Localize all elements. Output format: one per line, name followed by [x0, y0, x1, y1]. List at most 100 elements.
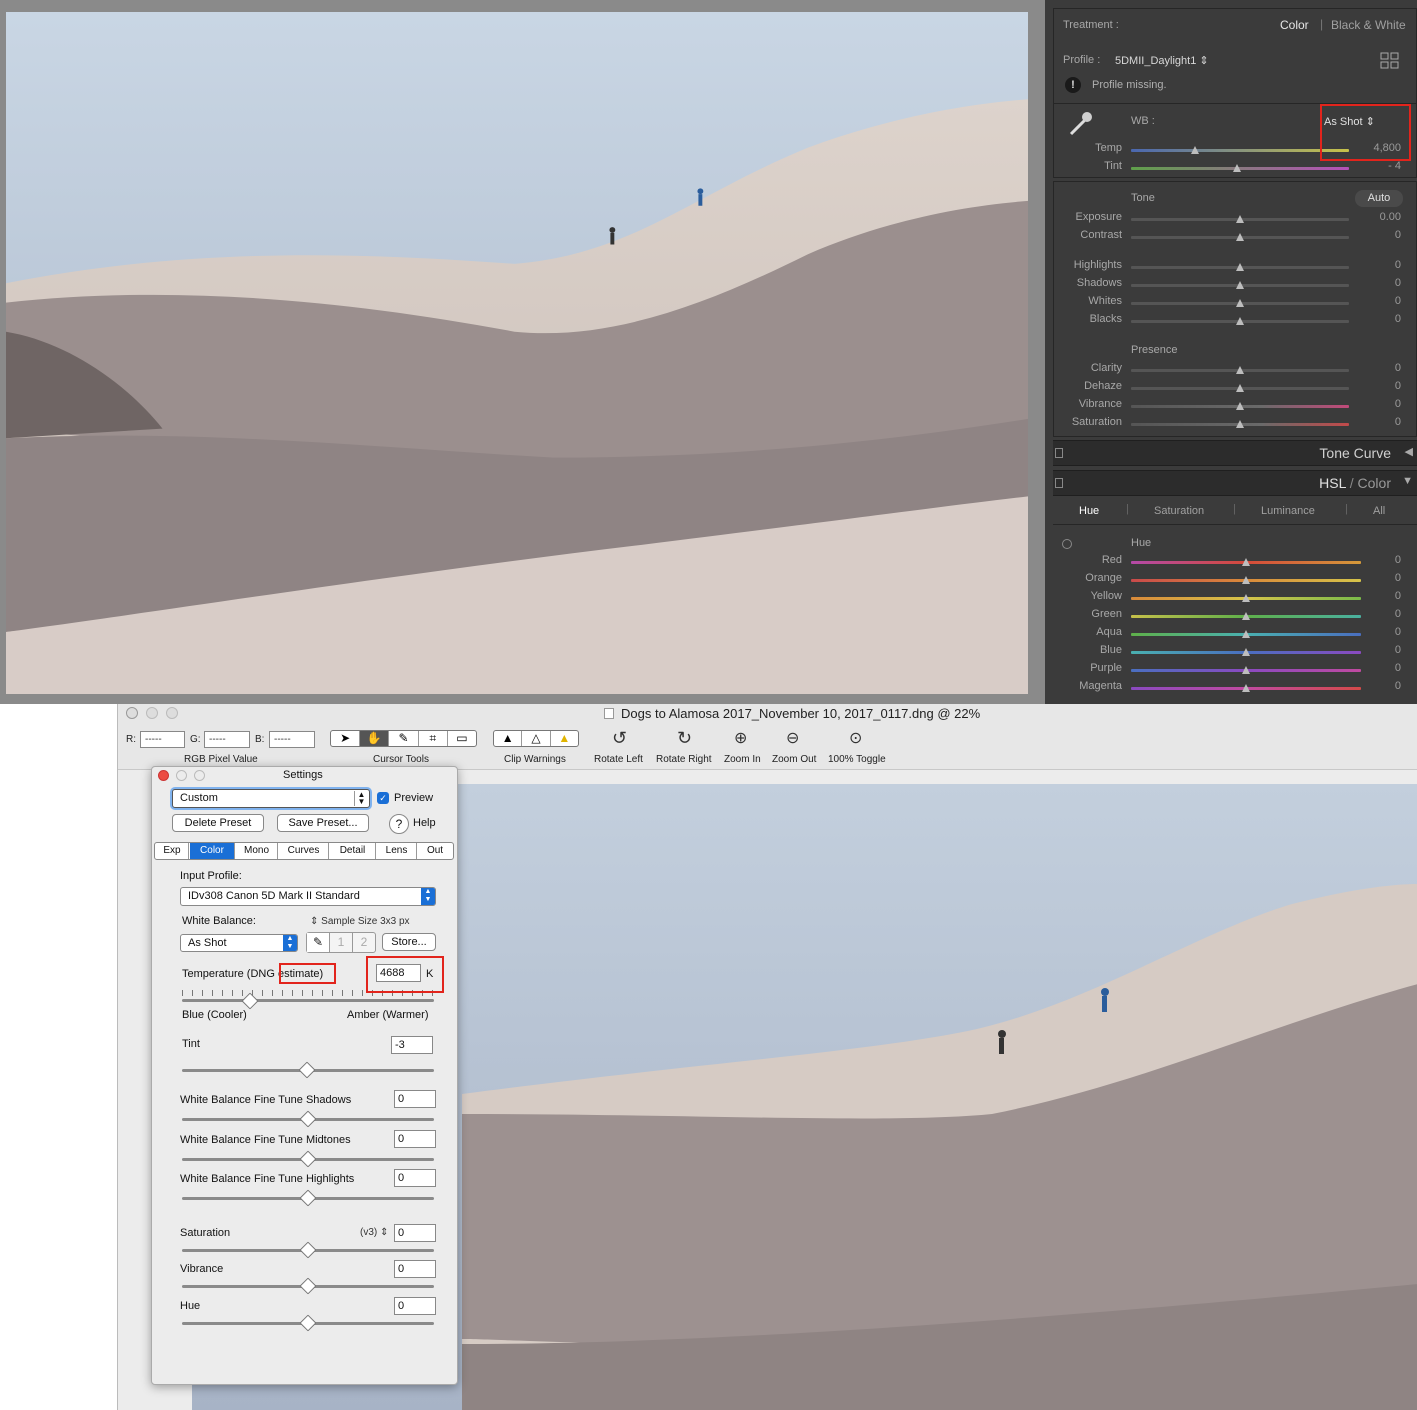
- fine-tune-shadows-thumb[interactable]: [299, 1110, 317, 1128]
- ruler-tool-icon[interactable]: ▭: [448, 731, 476, 746]
- slider-thumb[interactable]: [1242, 558, 1250, 566]
- slider-value[interactable]: 0: [1361, 608, 1401, 620]
- fine-tune-shadows-input[interactable]: 0: [394, 1090, 436, 1108]
- tab-out[interactable]: Out: [418, 843, 452, 859]
- toggle-100-label[interactable]: 100% Toggle: [828, 754, 886, 765]
- zoom-out-icon[interactable]: ⊖: [786, 728, 799, 748]
- auto-tone-button[interactable]: Auto: [1355, 190, 1403, 207]
- rotate-left-icon[interactable]: ↺: [612, 728, 627, 749]
- clip-warning-black-icon[interactable]: ▲: [494, 731, 523, 746]
- hsl-color-header[interactable]: HSL / Color ▼: [1053, 470, 1417, 496]
- fine-tune-midtones-thumb[interactable]: [299, 1150, 317, 1168]
- slider-value[interactable]: 0: [1361, 277, 1401, 289]
- fine-tune-highlights-input[interactable]: 0: [394, 1169, 436, 1187]
- slider-thumb[interactable]: [1236, 384, 1244, 392]
- saturation-version-select[interactable]: (v3) ⇕: [360, 1227, 388, 1238]
- slider-thumb[interactable]: [1242, 666, 1250, 674]
- rotate-left-label[interactable]: Rotate Left: [594, 754, 643, 765]
- saturation-input[interactable]: 0: [394, 1224, 436, 1242]
- vibrance-slider-thumb[interactable]: [299, 1277, 317, 1295]
- slider-thumb[interactable]: [1236, 420, 1244, 428]
- minimize-window-icon[interactable]: [146, 707, 158, 719]
- close-window-icon[interactable]: [126, 707, 138, 719]
- hsl-tab-hue[interactable]: Hue: [1079, 505, 1099, 517]
- hue-input[interactable]: 0: [394, 1297, 436, 1315]
- wb-eyedropper-icon[interactable]: ✎: [307, 933, 330, 952]
- close-panel-icon[interactable]: [158, 770, 169, 781]
- slider-thumb[interactable]: [1242, 684, 1250, 692]
- slider-value[interactable]: 0: [1361, 572, 1401, 584]
- slider-thumb[interactable]: [1242, 648, 1250, 656]
- tone-curve-header[interactable]: Tone Curve ◀: [1053, 440, 1417, 466]
- panel-toggle-icon[interactable]: [1055, 448, 1063, 458]
- tab-color[interactable]: Color: [190, 843, 235, 859]
- tint-slider-thumb[interactable]: [298, 1061, 316, 1079]
- slider-thumb[interactable]: [1242, 630, 1250, 638]
- tint-value[interactable]: - 4: [1361, 160, 1401, 172]
- collapse-left-icon[interactable]: ◀: [1405, 445, 1413, 458]
- slider-thumb[interactable]: [1242, 612, 1250, 620]
- slider-value[interactable]: 0: [1361, 229, 1401, 241]
- profile-browser-grid-icon[interactable]: [1380, 52, 1400, 70]
- hue-slider-thumb[interactable]: [299, 1314, 317, 1332]
- delete-preset-button[interactable]: Delete Preset: [172, 814, 264, 832]
- slider-thumb[interactable]: [1236, 263, 1244, 271]
- zoom-in-label[interactable]: Zoom In: [724, 754, 761, 765]
- input-profile-select[interactable]: IDv308 Canon 5D Mark II Standard ▲ ▼: [180, 887, 436, 906]
- slider-value[interactable]: 0: [1361, 680, 1401, 692]
- saturation-slider-thumb[interactable]: [299, 1241, 317, 1259]
- sample-size-select[interactable]: ⇕ Sample Size 3x3 px: [310, 916, 410, 927]
- white-balance-select[interactable]: As Shot ▲ ▼: [180, 934, 298, 952]
- slider-value[interactable]: 0: [1361, 644, 1401, 656]
- slider-value[interactable]: 0: [1361, 380, 1401, 392]
- arrow-cursor-icon[interactable]: ➤: [331, 731, 361, 746]
- slider-value[interactable]: 0: [1361, 662, 1401, 674]
- slider-value[interactable]: 0: [1361, 398, 1401, 410]
- slider-value[interactable]: 0: [1361, 554, 1401, 566]
- tab-curves[interactable]: Curves: [279, 843, 329, 859]
- tab-exp[interactable]: Exp: [156, 843, 189, 859]
- tab-detail[interactable]: Detail: [330, 843, 376, 859]
- temp-slider-track[interactable]: [1131, 149, 1349, 152]
- slider-thumb[interactable]: [1242, 594, 1250, 602]
- fine-tune-highlights-thumb[interactable]: [299, 1189, 317, 1207]
- treatment-color-option[interactable]: Color: [1280, 18, 1309, 32]
- hsl-tab-saturation[interactable]: Saturation: [1154, 505, 1204, 517]
- slider-thumb[interactable]: [1236, 233, 1244, 241]
- slider-thumb[interactable]: [1236, 215, 1244, 223]
- eyedropper-tool-icon[interactable]: ✎: [389, 731, 419, 746]
- wb-slot-1[interactable]: 1: [330, 933, 353, 952]
- rotate-right-label[interactable]: Rotate Right: [656, 754, 712, 765]
- slider-thumb[interactable]: [1236, 402, 1244, 410]
- clip-warning-outline-icon[interactable]: △: [522, 731, 551, 746]
- slider-thumb[interactable]: [1236, 299, 1244, 307]
- preview-checkbox[interactable]: ✓: [377, 792, 389, 804]
- vibrance-input[interactable]: 0: [394, 1260, 436, 1278]
- tab-mono[interactable]: Mono: [236, 843, 278, 859]
- profile-select[interactable]: 5DMII_Daylight1 ⇕: [1115, 54, 1209, 67]
- slider-value[interactable]: 0: [1361, 295, 1401, 307]
- slider-value[interactable]: 0.00: [1361, 211, 1401, 223]
- zoom-window-icon[interactable]: [166, 707, 178, 719]
- rotate-right-icon[interactable]: ↻: [677, 728, 692, 749]
- crop-tool-icon[interactable]: ⌗: [419, 731, 448, 746]
- zoom-panel-icon[interactable]: [194, 770, 205, 781]
- slider-value[interactable]: 0: [1361, 362, 1401, 374]
- save-preset-button[interactable]: Save Preset...: [277, 814, 369, 832]
- help-label[interactable]: Help: [413, 817, 436, 829]
- minimize-panel-icon[interactable]: [176, 770, 187, 781]
- expand-down-icon[interactable]: ▼: [1402, 475, 1413, 487]
- panel-toggle-icon[interactable]: [1055, 478, 1063, 488]
- targeted-adjustment-icon[interactable]: [1062, 539, 1072, 549]
- help-icon[interactable]: ?: [389, 814, 409, 834]
- eyedropper-icon[interactable]: [1065, 108, 1095, 138]
- slider-value[interactable]: 0: [1361, 313, 1401, 325]
- zoom-out-label[interactable]: Zoom Out: [772, 754, 816, 765]
- slider-value[interactable]: 0: [1361, 259, 1401, 271]
- preset-select[interactable]: Custom ▲ ▼: [172, 789, 370, 808]
- store-button[interactable]: Store...: [382, 933, 436, 951]
- hand-tool-icon[interactable]: ✋: [360, 731, 390, 746]
- hsl-tab-all[interactable]: All: [1373, 505, 1385, 517]
- toggle-100-icon[interactable]: ⊙: [849, 728, 862, 748]
- slider-value[interactable]: 0: [1361, 626, 1401, 638]
